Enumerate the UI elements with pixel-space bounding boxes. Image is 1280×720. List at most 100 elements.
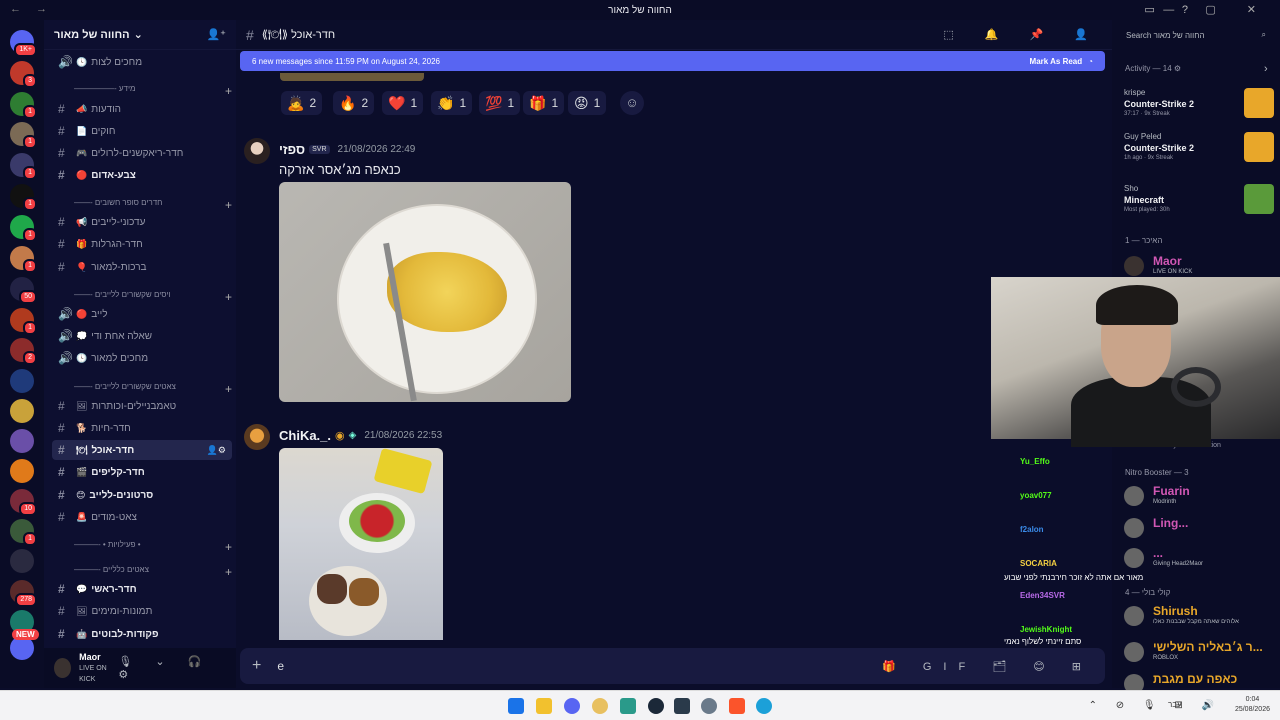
voice-channel[interactable]: 🔊 🔴 לייב bbox=[52, 304, 232, 324]
server-icon[interactable]: 1 bbox=[10, 246, 37, 273]
channel-category[interactable]: ——- ויסים שקשורים ללייבים + bbox=[54, 290, 232, 304]
reaction-chip[interactable]: 👏 1 bbox=[431, 91, 473, 115]
activity-card[interactable]: Sho Minecraft Most played: 30h bbox=[1124, 184, 1274, 214]
text-channel[interactable]: # 📢 עדכוני-לייבים bbox=[52, 212, 232, 232]
text-channel[interactable]: # 🖼 תמונות-ומימים bbox=[52, 601, 232, 621]
text-channel[interactable]: # 🚨 צאט-מודים bbox=[52, 507, 232, 527]
message-image[interactable] bbox=[279, 182, 571, 402]
reaction-chip[interactable]: 😡 1 bbox=[568, 91, 607, 115]
steam-icon[interactable] bbox=[648, 698, 664, 714]
text-channel[interactable]: # 🔴 צבע-אדום bbox=[52, 165, 232, 185]
server-icon[interactable]: 1 bbox=[10, 215, 37, 242]
member-item[interactable]: ר ג׳באליה השלישי... ROBLOX bbox=[1124, 640, 1274, 662]
reaction-chip[interactable]: ❤️ 1 bbox=[382, 91, 424, 115]
message-author[interactable]: ChiKa._. bbox=[279, 428, 331, 443]
user-controls[interactable]: 🎙 ⌄ 🎧 ⚙ bbox=[118, 655, 226, 681]
server-tag[interactable]: SVR bbox=[309, 145, 330, 154]
server-icon[interactable]: 1 bbox=[10, 122, 37, 149]
brave-icon[interactable] bbox=[729, 698, 745, 714]
server-icon[interactable] bbox=[10, 369, 34, 393]
channel-settings-icon[interactable]: 👤⚙ bbox=[207, 445, 226, 456]
composer-input[interactable]: e bbox=[277, 659, 284, 673]
channel-category[interactable]: ——- צאטים שקשורים ללייבים + bbox=[54, 382, 232, 396]
user-name[interactable]: Maor LIVE ON KICK bbox=[79, 652, 118, 685]
composer-tools[interactable]: 🎁 GIF 🗂 😊 ⊞ bbox=[882, 660, 1093, 673]
text-channel[interactable]: # 📣 הודעות bbox=[52, 99, 232, 119]
voice-channel[interactable]: 🔊 💭 שאלה אחת ודי bbox=[52, 326, 232, 346]
channel-category[interactable]: ——- חדרים סופר חשובים + bbox=[54, 198, 232, 212]
window-controls[interactable]: — ▢ ✕ bbox=[1163, 3, 1270, 16]
discord-icon[interactable] bbox=[564, 698, 580, 714]
member-item[interactable]: Shirush אלוהים שאתה מקבל שבבנות כאלו bbox=[1124, 604, 1274, 626]
text-channel[interactable]: # 🍽 חדר-אוכל 👤⚙ bbox=[52, 440, 232, 460]
nav-arrows[interactable]: ← → bbox=[10, 3, 53, 15]
server-icon[interactable]: 50 bbox=[10, 277, 37, 304]
voice-channel[interactable]: 🔊 🕓 מחכים לצות bbox=[52, 52, 232, 72]
mark-as-read-button[interactable]: Mark As Read bbox=[1030, 57, 1083, 66]
message-image[interactable] bbox=[279, 448, 443, 640]
plus-icon[interactable]: + bbox=[252, 657, 261, 675]
server-icon[interactable] bbox=[10, 399, 34, 423]
windows-start-icon[interactable] bbox=[508, 698, 524, 714]
member-item[interactable]: ... Giving Head2Maor bbox=[1124, 546, 1274, 568]
server-icon[interactable]: 1 bbox=[10, 308, 37, 335]
file-explorer-icon[interactable] bbox=[536, 698, 552, 714]
add-user-icon[interactable]: 👤⁺ bbox=[206, 28, 226, 41]
server-icon[interactable]: 1 bbox=[10, 519, 37, 546]
avatar[interactable] bbox=[54, 658, 72, 678]
server-header[interactable]: החווה של מאור ⌄ 👤⁺ bbox=[44, 20, 236, 50]
text-channel[interactable]: # 🎁 חדר-הגרלות bbox=[52, 234, 232, 254]
add-channel-icon[interactable]: + bbox=[225, 198, 232, 212]
activity-card[interactable]: krispe Counter-Strike 2 37:17 · 9x Streak bbox=[1124, 88, 1274, 118]
add-channel-icon[interactable]: + bbox=[225, 565, 232, 579]
text-channel[interactable]: # 🐕 חדר-חיות bbox=[52, 418, 232, 438]
add-channel-icon[interactable]: + bbox=[225, 382, 232, 396]
server-icon[interactable]: 1 bbox=[10, 153, 37, 180]
tray-icons[interactable]: ⌃ ⊘ 🎙 ⊟ 🔊 bbox=[1089, 700, 1222, 711]
reaction-chip[interactable]: 🙇 2 bbox=[281, 91, 323, 115]
language-indicator[interactable]: עבר bbox=[1168, 700, 1182, 709]
search-input[interactable]: Search החווה של מאור ⌕ bbox=[1120, 26, 1272, 44]
text-channel[interactable]: # 🎬 חדר-קליפים bbox=[52, 462, 232, 482]
avatar[interactable] bbox=[244, 424, 270, 450]
server-icon[interactable] bbox=[10, 549, 34, 573]
clock[interactable]: 0:04 25/08/2026 bbox=[1235, 695, 1270, 715]
reaction-chip[interactable]: 💯 1 bbox=[479, 91, 521, 115]
message-composer[interactable]: + e 🎁 GIF 🗂 😊 ⊞ bbox=[240, 648, 1105, 684]
text-channel[interactable]: # 📄 חוקים bbox=[52, 121, 232, 141]
server-icon[interactable]: 2 bbox=[10, 338, 37, 365]
channel-category[interactable]: ———- צאטים כלליים + bbox=[54, 565, 232, 579]
app-icon[interactable] bbox=[620, 698, 636, 714]
server-icon[interactable]: 1 bbox=[10, 184, 37, 211]
text-channel[interactable]: # 🎈 ברכות-למאור bbox=[52, 257, 232, 277]
message-author[interactable]: ספזי bbox=[279, 142, 305, 157]
chevron-right-icon[interactable]: › bbox=[1264, 63, 1268, 75]
text-channel[interactable]: # 😊 סרטונים-ללייב bbox=[52, 485, 232, 505]
channel-category[interactable]: —————- מידע + bbox=[54, 84, 232, 98]
member-item[interactable]: Fuarin Modrinth bbox=[1124, 484, 1274, 506]
reaction-chip[interactable]: 🔥 2 bbox=[333, 91, 375, 115]
activity-card[interactable]: Guy Peled Counter-Strike 2 1h ago · 9x Str… bbox=[1124, 132, 1274, 162]
channel-category[interactable]: ———- • פעילויות • + bbox=[54, 540, 232, 554]
avatar[interactable] bbox=[244, 138, 270, 164]
server-icon[interactable]: 1K+ bbox=[10, 30, 37, 57]
text-channel[interactable]: # 🤖 פקודות-לבוטים bbox=[52, 624, 232, 644]
server-icon[interactable]: 278 bbox=[10, 580, 37, 607]
add-channel-icon[interactable]: + bbox=[225, 540, 232, 554]
server-icon[interactable]: 3 bbox=[10, 61, 37, 88]
reaction-chip[interactable]: 🎁 1 bbox=[523, 91, 565, 115]
add-channel-icon[interactable]: + bbox=[225, 84, 232, 98]
member-item[interactable]: Maor LIVE ON KICK bbox=[1124, 254, 1274, 276]
edge-icon[interactable] bbox=[756, 698, 772, 714]
text-channel[interactable]: # 🎮 חדר-ריאקשנים-לרולים bbox=[52, 143, 232, 163]
text-channel[interactable]: # 🖼 טאמבניילים-וכותרות bbox=[52, 396, 232, 416]
header-tools[interactable]: ⬚ 🔔 📌 👤 bbox=[943, 28, 1102, 41]
app-icon[interactable] bbox=[674, 698, 690, 714]
member-item[interactable]: Ling... bbox=[1124, 516, 1274, 538]
app-icon[interactable] bbox=[592, 698, 608, 714]
text-channel[interactable]: # 💬 חדר-ראשי bbox=[52, 579, 232, 599]
server-icon[interactable] bbox=[10, 459, 34, 483]
voice-channel[interactable]: 🔊 🕓 מחכים למאור bbox=[52, 348, 232, 368]
add-channel-icon[interactable]: + bbox=[225, 290, 232, 304]
settings-icon[interactable] bbox=[701, 698, 717, 714]
